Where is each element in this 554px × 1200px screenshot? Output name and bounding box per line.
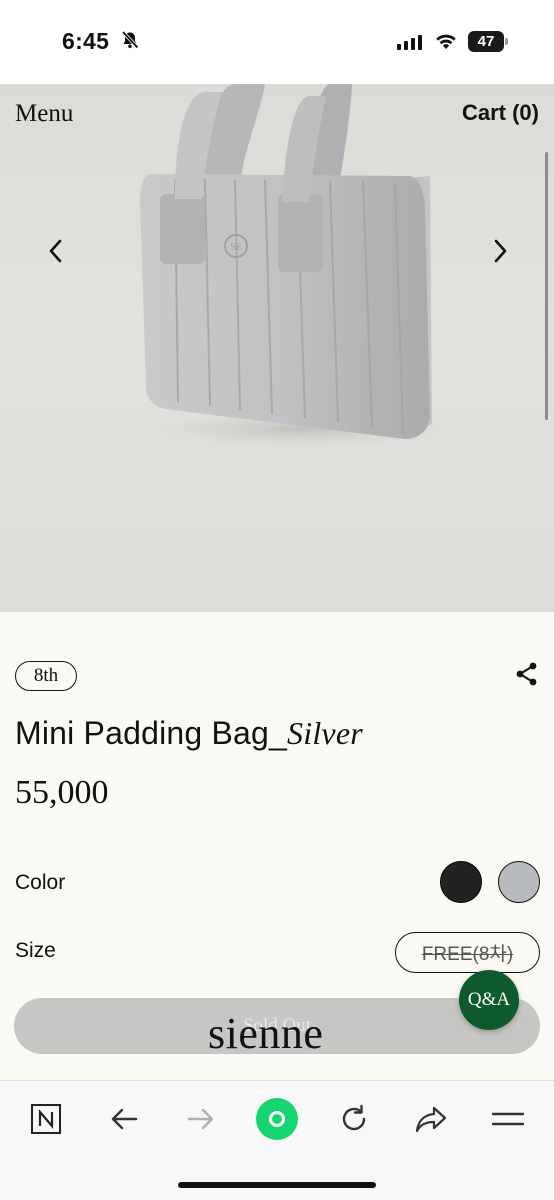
scrollbar[interactable] [545,152,548,420]
share-icon[interactable] [514,661,540,687]
green-dot-icon[interactable] [255,1097,299,1141]
share-arrow-icon[interactable] [413,1101,449,1137]
forward-arrow-icon[interactable] [183,1101,219,1137]
edition-badge: 8th [15,661,77,691]
product-photo: SE [130,84,470,451]
color-swatch-black[interactable] [440,861,482,903]
product-image-carousel[interactable]: SE Menu Cart (0) [0,84,554,612]
size-option-free[interactable]: FREE(8차) [395,932,540,973]
qa-button[interactable]: Q&A [459,970,519,1030]
brand-logo: sienne [208,1009,324,1058]
product-title: Mini Padding Bag_Silver [15,715,363,752]
battery-icon: 47 [468,31,508,52]
battery-level: 47 [468,31,504,52]
previous-image-arrow-icon[interactable] [42,236,70,266]
menu-link[interactable]: Menu [15,100,73,128]
menu-icon[interactable] [490,1101,526,1137]
svg-text:SE: SE [230,242,242,253]
color-label: Color [15,871,66,894]
reload-icon[interactable] [336,1101,372,1137]
product-name: Mini Padding Bag_ [15,715,288,751]
color-swatch-silver[interactable] [498,861,540,903]
next-image-arrow-icon[interactable] [486,236,514,266]
status-time: 6:45 [62,28,110,54]
size-label: Size [15,939,56,962]
bell-off-icon [121,30,139,49]
wifi-icon [436,34,456,49]
back-arrow-icon[interactable] [106,1101,142,1137]
cellular-signal-icon [397,34,422,50]
cart-link[interactable]: Cart (0) [462,100,539,126]
product-price: 55,000 [15,774,109,811]
product-variant: Silver [287,715,363,751]
status-bar: 6:45 47 [0,0,554,84]
home-indicator[interactable] [178,1182,376,1188]
naver-n-icon[interactable] [28,1101,64,1137]
